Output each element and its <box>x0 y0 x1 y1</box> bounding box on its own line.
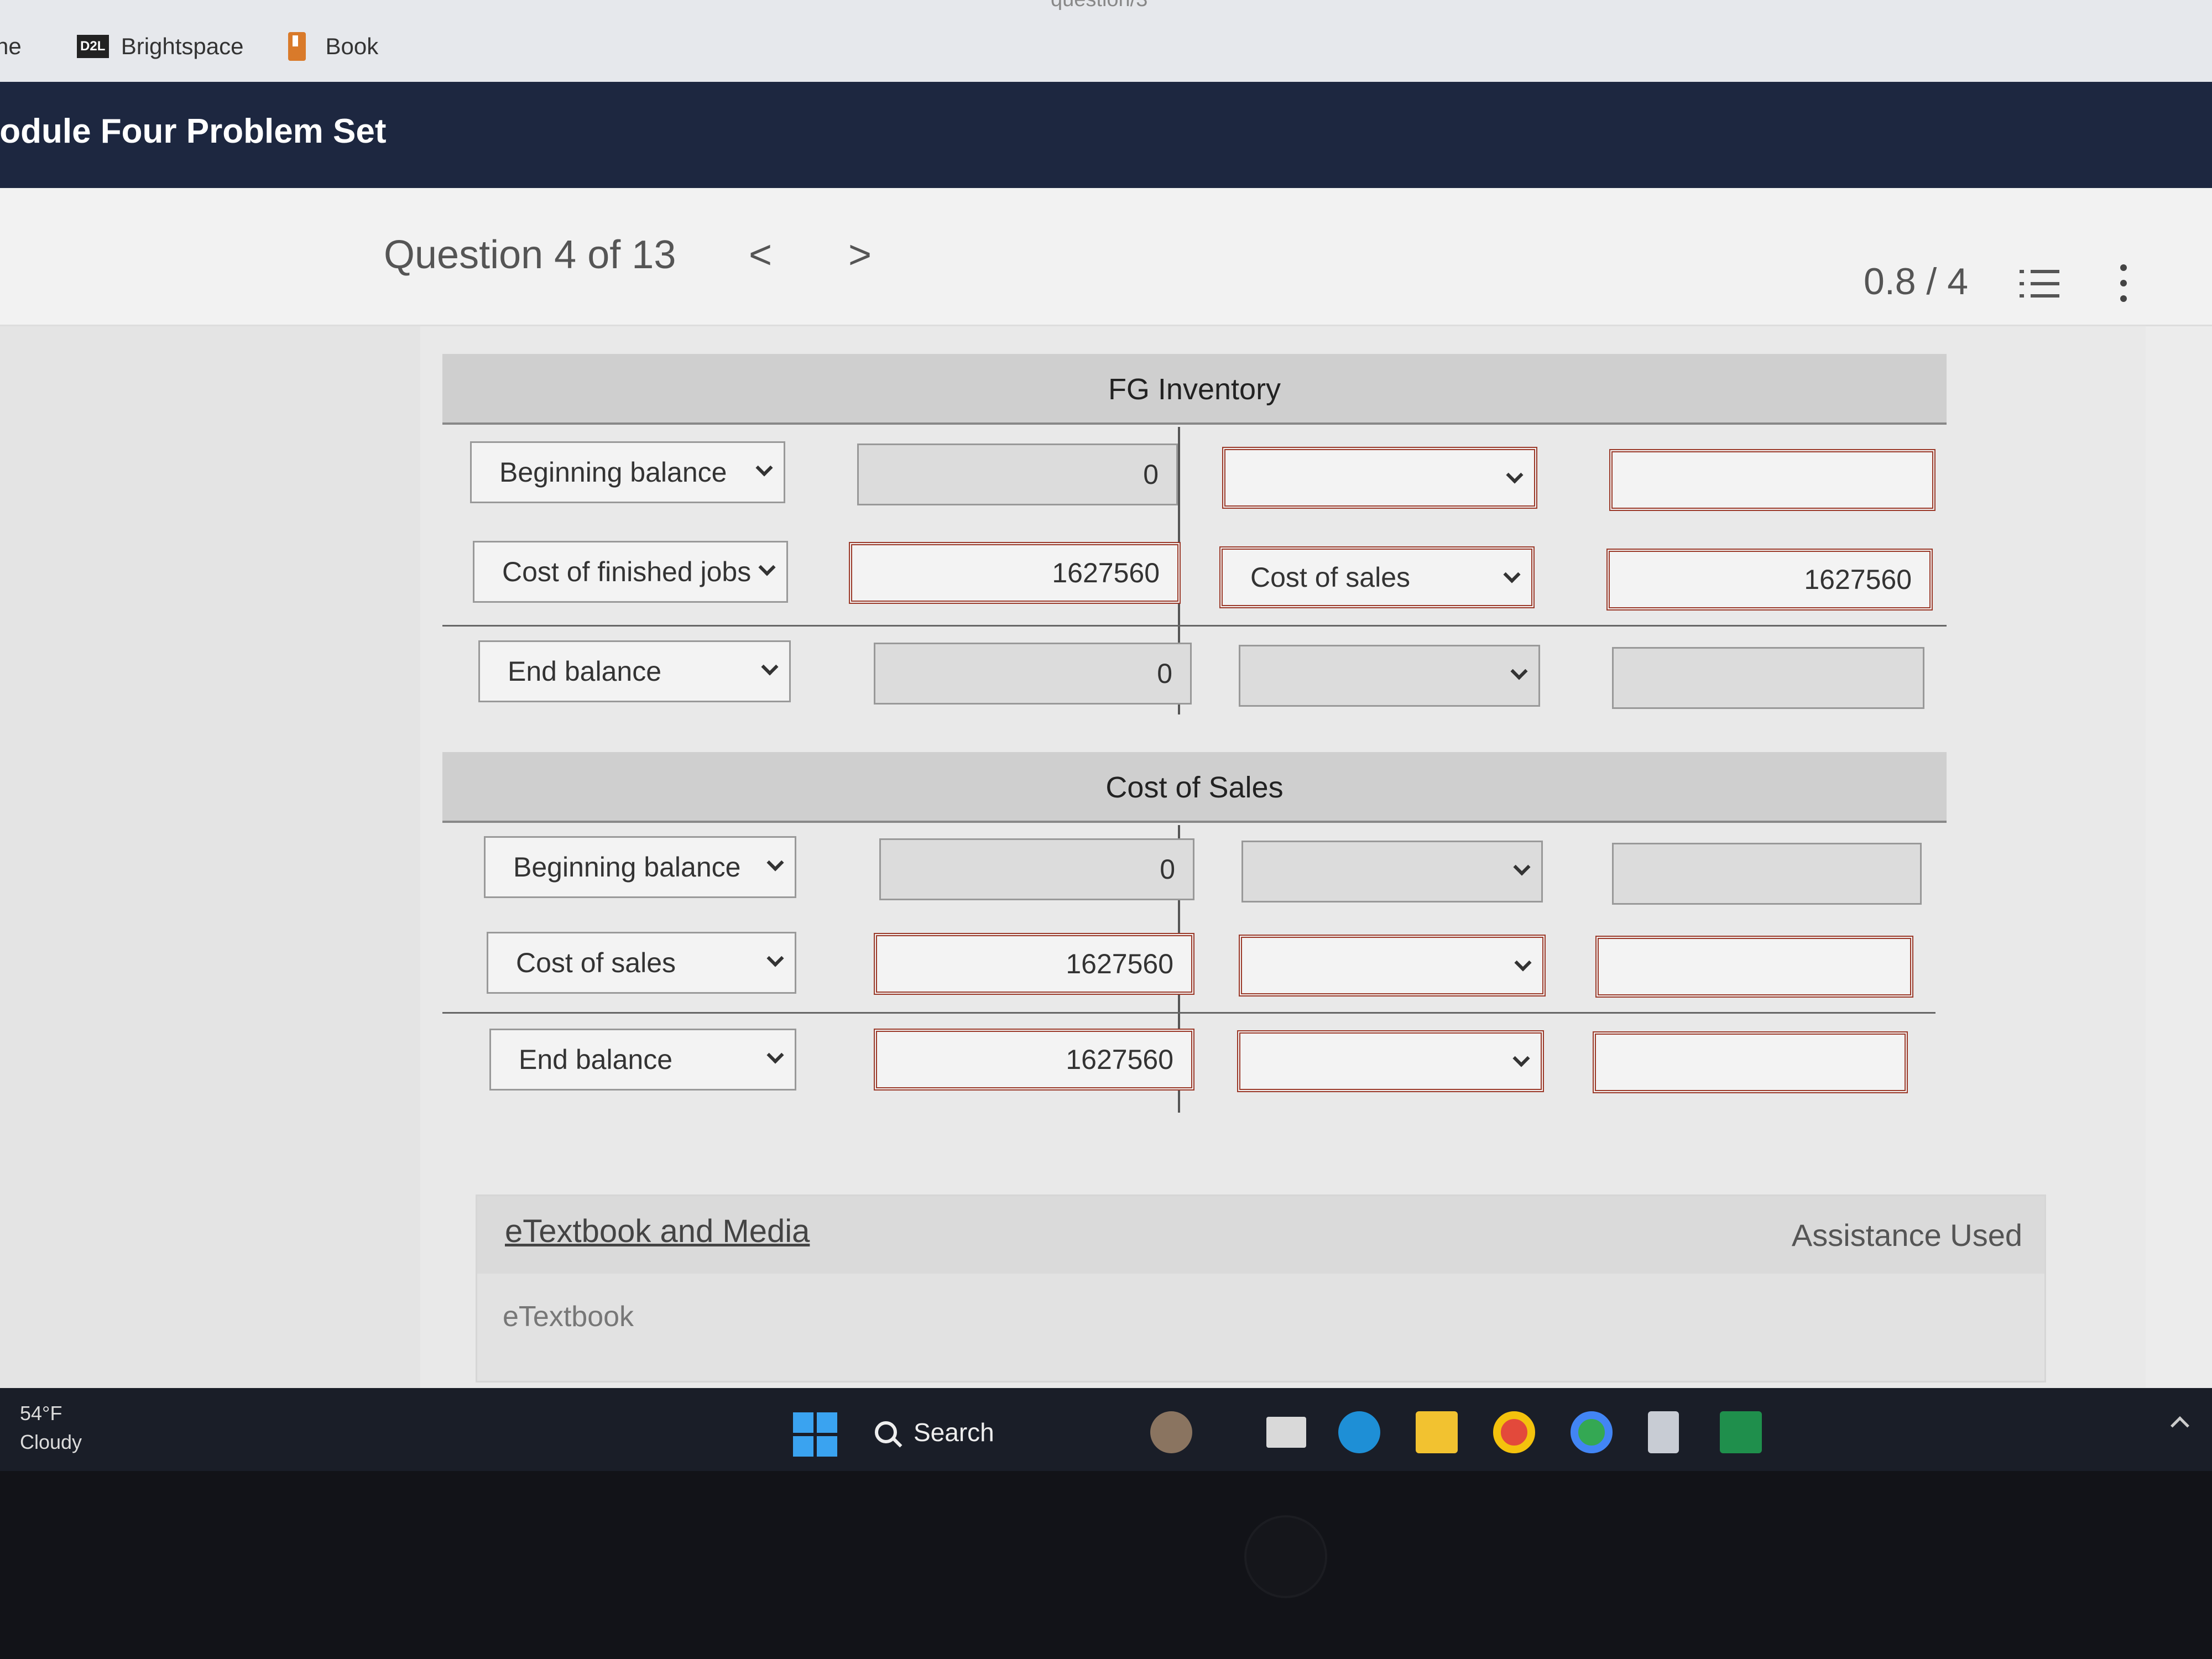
select-value: Cost of sales <box>516 947 676 978</box>
bookmark-book[interactable]: Book <box>277 32 379 61</box>
bookmark-home[interactable]: ne <box>0 33 22 60</box>
prev-question-button[interactable]: < <box>741 232 780 278</box>
bookmark-brightspace-label: Brightspace <box>121 33 244 59</box>
etextbook-tab[interactable]: eTextbook <box>503 1300 634 1333</box>
windows-start-icon[interactable] <box>793 1412 837 1457</box>
fg-row1-credit-account-select[interactable] <box>1222 447 1537 509</box>
bookmark-brightspace[interactable]: D2L Brightspace <box>55 33 244 60</box>
cos-row3-credit-amount[interactable] <box>1593 1031 1908 1093</box>
search-icon <box>875 1421 897 1443</box>
bookmark-book-label: Book <box>325 33 379 59</box>
fg-row3-credit-account-select[interactable] <box>1239 645 1540 707</box>
fg-row3-debit-amount[interactable]: 0 <box>874 643 1192 705</box>
excel-icon[interactable] <box>1720 1411 1762 1453</box>
left-margin <box>0 326 420 1388</box>
calculator-icon[interactable] <box>1648 1411 1679 1453</box>
cos-row1-debit-account-select[interactable]: Beginning balance <box>484 836 796 898</box>
chevron-down-icon <box>755 459 773 477</box>
chevron-down-icon <box>766 1046 784 1064</box>
cos-row2-credit-amount[interactable] <box>1595 936 1913 998</box>
weather-widget[interactable]: 54°F Cloudy <box>20 1399 82 1457</box>
fg-row2-debit-amount[interactable]: 1627560 <box>849 542 1181 604</box>
question-nav: Question 4 of 13 < > 0.8 / 4 <box>0 188 2212 326</box>
fg-row3-credit-amount[interactable] <box>1612 647 1924 709</box>
fg-row2-credit-amount[interactable]: 1627560 <box>1606 549 1933 611</box>
more-options-icon[interactable] <box>2115 259 2132 309</box>
fg-row2-credit-account-select[interactable]: Cost of sales <box>1219 546 1535 608</box>
fg-row1-debit-account-select[interactable]: Beginning balance <box>470 441 785 503</box>
bookmarks-bar: question/3 ne D2L Brightspace Book <box>0 0 2212 82</box>
fg-row3-debit-account-select[interactable]: End balance <box>478 640 791 702</box>
bookmark-icon <box>288 32 306 61</box>
weather-condition: Cloudy <box>20 1431 82 1453</box>
bookmark-home-label: ne <box>0 33 22 59</box>
cost-of-sales-title: Cost of Sales <box>442 752 1947 823</box>
chevron-down-icon <box>766 854 784 872</box>
fg-row1-credit-amount[interactable] <box>1609 449 1936 511</box>
cos-row1-credit-amount[interactable] <box>1612 843 1922 905</box>
cos-row2-credit-account-select[interactable] <box>1239 935 1546 997</box>
row-separator <box>442 625 1947 627</box>
chevron-down-icon <box>761 658 779 676</box>
select-value: Beginning balance <box>499 457 727 488</box>
widgets-icon[interactable] <box>1150 1411 1192 1453</box>
weather-temperature: 54°F <box>20 1402 62 1425</box>
task-view-icon[interactable] <box>1266 1417 1306 1448</box>
chevron-down-icon <box>1503 566 1521 583</box>
windows-taskbar: 54°F Cloudy Search <box>0 1388 2212 1471</box>
select-value: Beginning balance <box>513 852 741 883</box>
question-list-icon[interactable] <box>2020 264 2059 304</box>
cos-row1-debit-amount[interactable]: 0 <box>879 838 1194 900</box>
fg-inventory-title: FG Inventory <box>442 354 1947 425</box>
cos-row3-credit-account-select[interactable] <box>1237 1030 1544 1092</box>
cos-row3-debit-amount[interactable]: 1627560 <box>874 1029 1194 1091</box>
row-separator <box>442 1012 1936 1014</box>
taskbar-search-label: Search <box>914 1418 994 1447</box>
chevron-down-icon <box>766 950 784 967</box>
select-value: Cost of sales <box>1250 562 1411 593</box>
chevron-down-icon <box>1506 466 1524 484</box>
next-question-button[interactable]: > <box>841 232 879 278</box>
edge-browser-icon[interactable] <box>1338 1411 1380 1453</box>
cos-row3-debit-account-select[interactable]: End balance <box>489 1029 796 1091</box>
etextbook-media-link[interactable]: eTextbook and Media <box>505 1213 810 1250</box>
fg-inventory-t-account: FG Inventory Beginning balance 0 Cost of… <box>442 354 1947 741</box>
url-fragment[interactable]: question/3 <box>1051 0 1659 10</box>
question-content: FG Inventory Beginning balance 0 Cost of… <box>420 326 2146 1388</box>
cos-row1-credit-account-select[interactable] <box>1241 841 1543 902</box>
chevron-up-icon[interactable] <box>2171 1416 2189 1435</box>
chrome-icon[interactable] <box>1493 1411 1535 1453</box>
file-explorer-icon[interactable] <box>1416 1411 1458 1453</box>
etextbook-panel: eTextbook and Media Assistance Used eTex… <box>476 1194 2046 1383</box>
chevron-down-icon <box>1513 858 1531 876</box>
taskbar-search-button[interactable]: Search <box>875 1409 1185 1455</box>
chevron-down-icon <box>1514 954 1532 972</box>
select-value: End balance <box>519 1044 673 1075</box>
chevron-down-icon <box>1512 1050 1530 1067</box>
d2l-logo-icon: D2L <box>76 35 109 58</box>
score-display: 0.8 / 4 <box>1864 260 1969 302</box>
chrome-profile-icon[interactable] <box>1571 1411 1613 1453</box>
assistance-used-label: Assistance Used <box>1791 1218 2022 1253</box>
fg-row2-debit-account-select[interactable]: Cost of finished jobs <box>473 541 788 603</box>
cos-row2-debit-account-select[interactable]: Cost of sales <box>487 932 796 994</box>
fg-row1-debit-amount[interactable]: 0 <box>857 444 1178 505</box>
laptop-bezel <box>0 1471 2212 1659</box>
question-counter: Question 4 of 13 <box>384 233 676 277</box>
select-value: Cost of finished jobs <box>502 556 752 587</box>
hp-logo <box>1244 1515 1327 1598</box>
etextbook-header: eTextbook and Media Assistance Used <box>477 1196 2044 1274</box>
cost-of-sales-t-account: Cost of Sales Beginning balance 0 Cost o… <box>442 752 1947 1128</box>
page-title: lodule Four Problem Set <box>0 112 387 150</box>
select-value: End balance <box>508 656 662 687</box>
chevron-down-icon <box>1510 662 1528 680</box>
chevron-down-icon <box>758 559 776 576</box>
browser-window: question/3 ne D2L Brightspace Book lodul… <box>0 0 2212 1388</box>
cos-row2-debit-amount[interactable]: 1627560 <box>874 933 1194 995</box>
